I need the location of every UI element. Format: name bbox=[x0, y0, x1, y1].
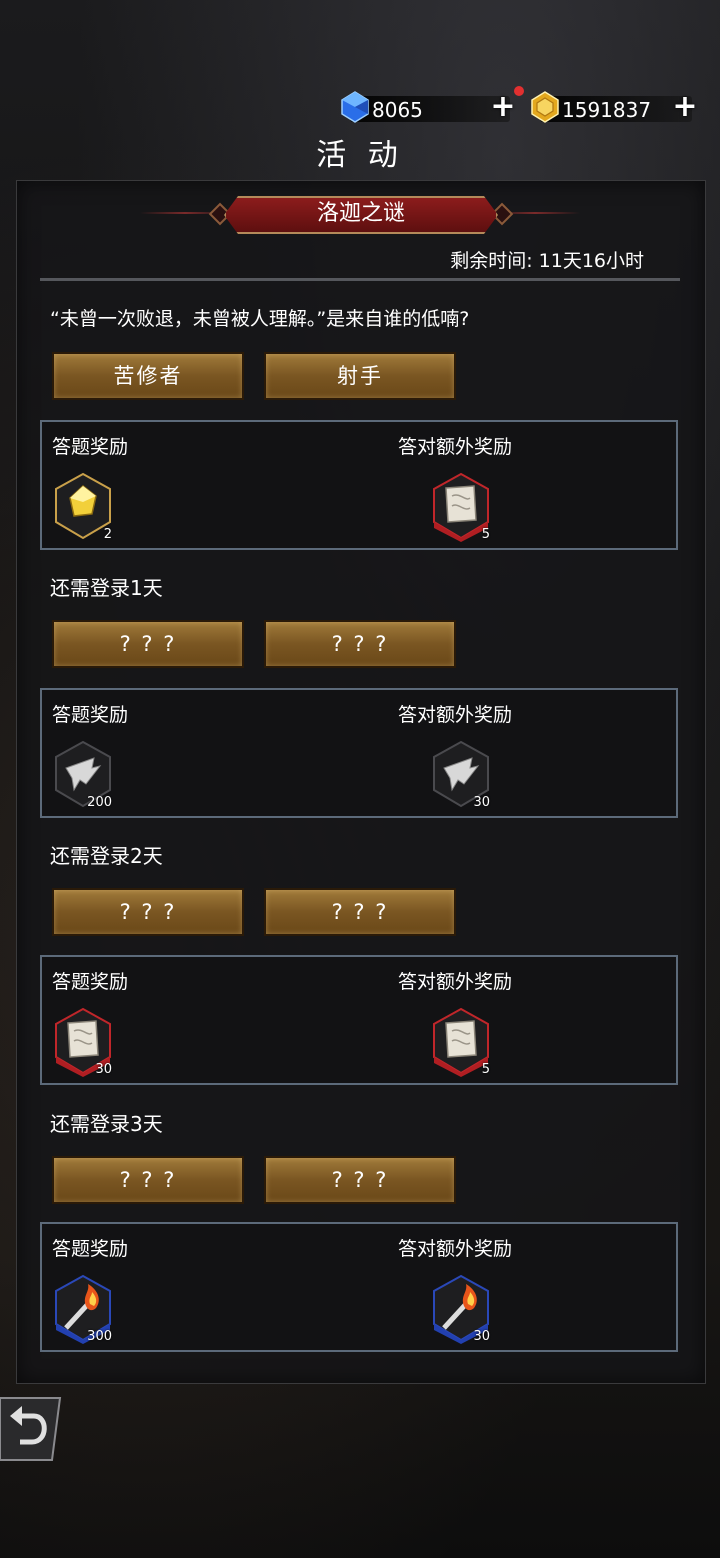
reward-item[interactable]: 30 bbox=[52, 1007, 114, 1077]
reward-box: 答题奖励 答对额外奖励 2 5 bbox=[40, 420, 678, 550]
reward-item[interactable]: 200 bbox=[52, 740, 114, 810]
locked-answer-button[interactable]: ? ? ? bbox=[264, 620, 456, 668]
locked-answer-button[interactable]: ? ? ? bbox=[264, 1156, 456, 1204]
item-count: 30 bbox=[473, 1329, 490, 1344]
bonus-label: 答对额外奖励 bbox=[398, 971, 513, 993]
back-button[interactable] bbox=[0, 1394, 66, 1464]
item-count: 30 bbox=[95, 1062, 112, 1077]
reward-box: 答题奖励 答对额外奖励 200 30 bbox=[40, 688, 678, 818]
blue-gem-icon bbox=[338, 90, 372, 124]
reward-box: 答题奖励 答对额外奖励 300 30 bbox=[40, 1222, 678, 1352]
locked-answer-button[interactable]: ? ? ? bbox=[52, 1156, 244, 1204]
locked-answer-button[interactable]: ? ? ? bbox=[264, 888, 456, 936]
locked-label-1: 还需登录1天 bbox=[50, 576, 163, 600]
event-title: 洛迦之谜 bbox=[224, 196, 498, 234]
bonus-item[interactable]: 5 bbox=[430, 1007, 492, 1077]
locked-answer-button[interactable]: ? ? ? bbox=[52, 620, 244, 668]
bonus-label: 答对额外奖励 bbox=[398, 436, 513, 458]
add-gem-button[interactable]: + bbox=[490, 86, 524, 122]
back-arrow-icon bbox=[0, 1397, 66, 1468]
item-count: 30 bbox=[473, 795, 490, 810]
bonus-label: 答对额外奖励 bbox=[398, 1238, 513, 1260]
answer-button-1[interactable]: 苦修者 bbox=[52, 352, 244, 400]
item-count: 2 bbox=[103, 527, 112, 542]
bonus-label: 答对额外奖励 bbox=[398, 704, 513, 726]
gem-count: 8065 bbox=[372, 98, 423, 122]
answer-button-2[interactable]: 射手 bbox=[264, 352, 456, 400]
reward-label: 答题奖励 bbox=[52, 1238, 129, 1260]
reward-item[interactable]: 2 bbox=[52, 472, 114, 542]
reward-item[interactable]: 300 bbox=[52, 1274, 114, 1344]
item-count: 300 bbox=[87, 1329, 112, 1344]
bonus-item[interactable]: 30 bbox=[430, 740, 492, 810]
item-count: 5 bbox=[481, 527, 490, 542]
reward-label: 答题奖励 bbox=[52, 971, 129, 993]
gem-currency: 8065 + bbox=[341, 86, 524, 123]
reward-label: 答题奖励 bbox=[52, 704, 129, 726]
page-title: 活 动 bbox=[316, 138, 404, 173]
item-count: 5 bbox=[481, 1062, 490, 1077]
quiz-question: “未曾一次败退，未曾被人理解。”是来自谁的低喃? bbox=[50, 308, 470, 330]
locked-label-3: 还需登录3天 bbox=[50, 1112, 163, 1136]
item-count: 200 bbox=[87, 795, 112, 810]
add-gold-button[interactable]: + bbox=[672, 92, 698, 122]
divider bbox=[40, 278, 680, 281]
locked-answer-button[interactable]: ? ? ? bbox=[52, 888, 244, 936]
gold-count: 1591837 bbox=[562, 98, 652, 122]
remaining-time: 剩余时间: 11天16小时 bbox=[450, 250, 644, 272]
gold-currency: 1591837 + bbox=[531, 91, 698, 123]
reward-box: 答题奖励 答对额外奖励 30 5 bbox=[40, 955, 678, 1085]
bonus-item[interactable]: 30 bbox=[430, 1274, 492, 1344]
gold-coin-icon bbox=[528, 90, 562, 124]
notification-dot bbox=[514, 86, 524, 96]
locked-label-2: 还需登录2天 bbox=[50, 844, 163, 868]
bonus-item[interactable]: 5 bbox=[430, 472, 492, 542]
reward-label: 答题奖励 bbox=[52, 436, 129, 458]
